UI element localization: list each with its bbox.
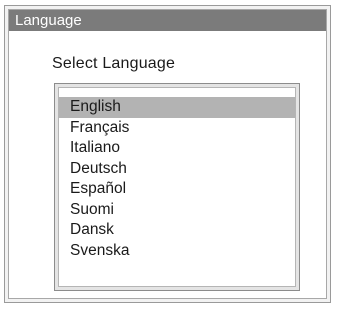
language-option-dansk[interactable]: Dansk <box>59 220 295 241</box>
language-dialog: Language Select Language English Françai… <box>4 5 331 303</box>
language-listbox-field[interactable]: English Français Italiano Deutsch Españo… <box>58 87 296 287</box>
language-option-english[interactable]: English <box>59 97 295 118</box>
language-list: English Français Italiano Deutsch Españo… <box>59 97 295 261</box>
language-option-suomi[interactable]: Suomi <box>59 200 295 221</box>
language-option-deutsch[interactable]: Deutsch <box>59 159 295 180</box>
language-listbox[interactable]: English Français Italiano Deutsch Españo… <box>54 83 300 291</box>
language-option-italiano[interactable]: Italiano <box>59 138 295 159</box>
dialog-body: Language Select Language English Françai… <box>8 9 327 299</box>
language-option-espanol[interactable]: Español <box>59 179 295 200</box>
title-bar: Language <box>9 10 326 31</box>
window-title: Language <box>15 12 82 29</box>
language-option-svenska[interactable]: Svenska <box>59 241 295 262</box>
select-language-label: Select Language <box>52 55 176 72</box>
language-option-francais[interactable]: Français <box>59 118 295 139</box>
